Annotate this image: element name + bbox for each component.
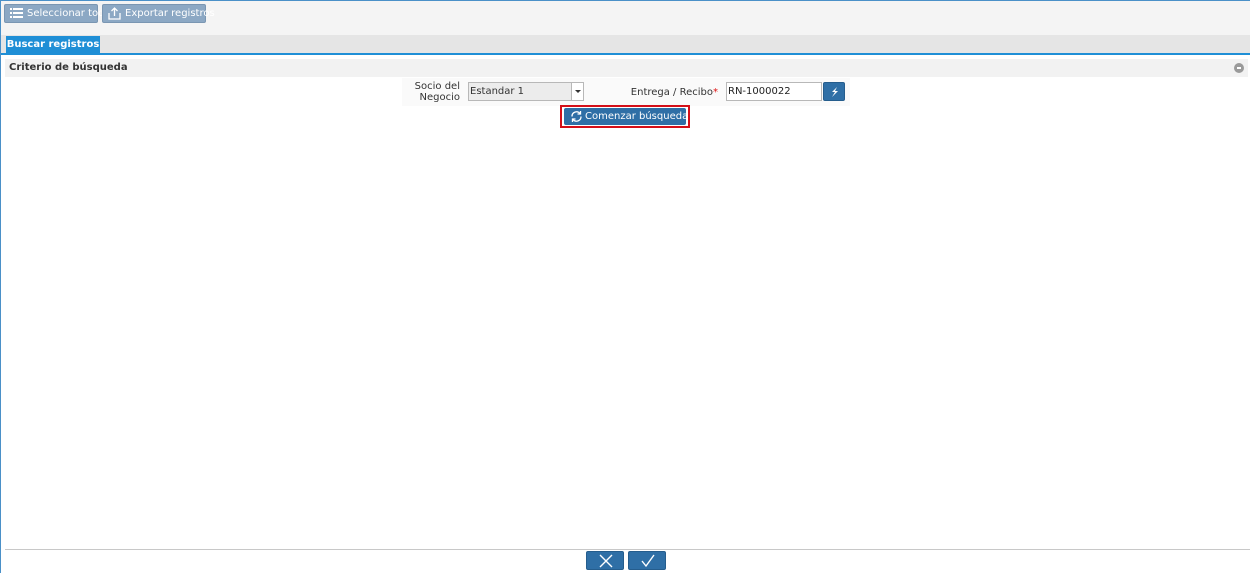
tab-strip: Buscar registros <box>1 35 1250 55</box>
entrega-recibo-input[interactable]: RN-1000022 <box>726 82 822 101</box>
search-criteria-title: Criterio de búsqueda <box>9 62 128 73</box>
socio-negocio-label: Socio del Negocio <box>414 81 460 103</box>
ok-button[interactable] <box>628 551 666 570</box>
select-all-label: Seleccionar todo <box>27 8 111 19</box>
socio-negocio-select[interactable]: Estandar 1 <box>468 82 584 101</box>
close-icon <box>599 554 613 568</box>
collapse-icon[interactable] <box>1234 63 1244 73</box>
start-search-label: Comenzar búsqueda ... <box>585 111 701 122</box>
required-mark: * <box>713 87 718 98</box>
chevron-down-icon[interactable] <box>571 83 583 100</box>
footer-divider <box>5 549 1250 550</box>
check-icon <box>641 554 655 568</box>
cancel-button[interactable] <box>586 551 624 570</box>
toolbar: Seleccionar todo Exportar registros <box>1 1 1250 35</box>
search-criteria-header[interactable]: Criterio de búsqueda <box>5 59 1248 77</box>
export-records-button[interactable]: Exportar registros <box>102 4 215 23</box>
start-search-button[interactable]: Comenzar búsqueda ... <box>564 108 701 125</box>
window-left-border <box>0 0 1 573</box>
tab-buscar-registros[interactable]: Buscar registros <box>6 36 100 53</box>
lookup-icon <box>832 87 838 97</box>
refresh-icon <box>571 111 582 122</box>
socio-negocio-value: Estandar 1 <box>470 86 525 97</box>
entrega-recibo-label: Entrega / Recibo* <box>600 87 718 98</box>
export-icon <box>108 7 121 20</box>
entrega-recibo-label-text: Entrega / Recibo <box>630 87 713 98</box>
export-records-label: Exportar registros <box>125 8 215 19</box>
entrega-recibo-value: RN-1000022 <box>728 86 791 97</box>
list-icon <box>10 8 23 18</box>
entrega-lookup-button[interactable] <box>823 82 845 101</box>
select-all-button[interactable]: Seleccionar todo <box>4 4 111 23</box>
